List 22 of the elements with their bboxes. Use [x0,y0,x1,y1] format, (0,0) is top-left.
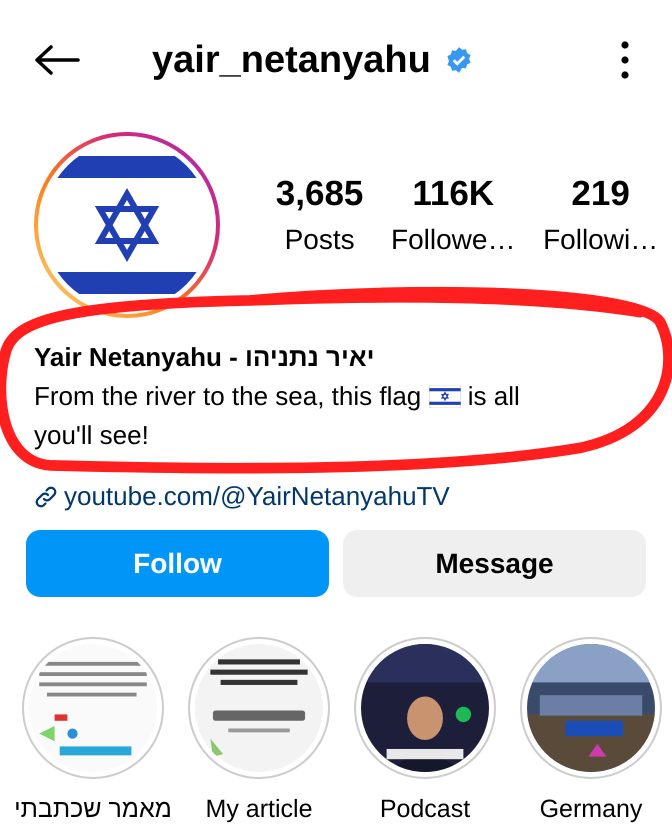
stat-value: 3,685 [276,174,364,214]
bio-text: From the river to the sea, this flag [34,381,422,411]
highlight-label[interactable]: Germany [540,795,642,824]
stat-label: Followi… [543,224,658,256]
message-button[interactable]: Message [343,530,646,597]
flag-icon [428,385,461,408]
stat-label: Posts [284,224,355,256]
stat-label: Followe… [390,224,516,256]
bio-text: you'll see! [34,419,149,452]
highlight-label[interactable]: My article [206,795,312,824]
stat-value: 219 [571,174,630,214]
profile-link[interactable]: youtube.com/@YairNetanyahuTV [64,477,450,516]
highlight-label[interactable]: מאמר שכתבתי [14,795,172,824]
stat-value: 116K [412,174,494,214]
highlight-label[interactable]: Podcast [380,795,470,824]
profile-name: Yair Netanyahu - יאיר נתניהו [34,341,376,374]
username: yair_netanyahu [152,38,431,82]
profile-avatar[interactable] [32,130,222,320]
link-icon [34,484,58,508]
more-options-icon[interactable] [620,40,630,80]
back-icon[interactable] [34,45,80,75]
bio-text: is all [468,381,520,411]
